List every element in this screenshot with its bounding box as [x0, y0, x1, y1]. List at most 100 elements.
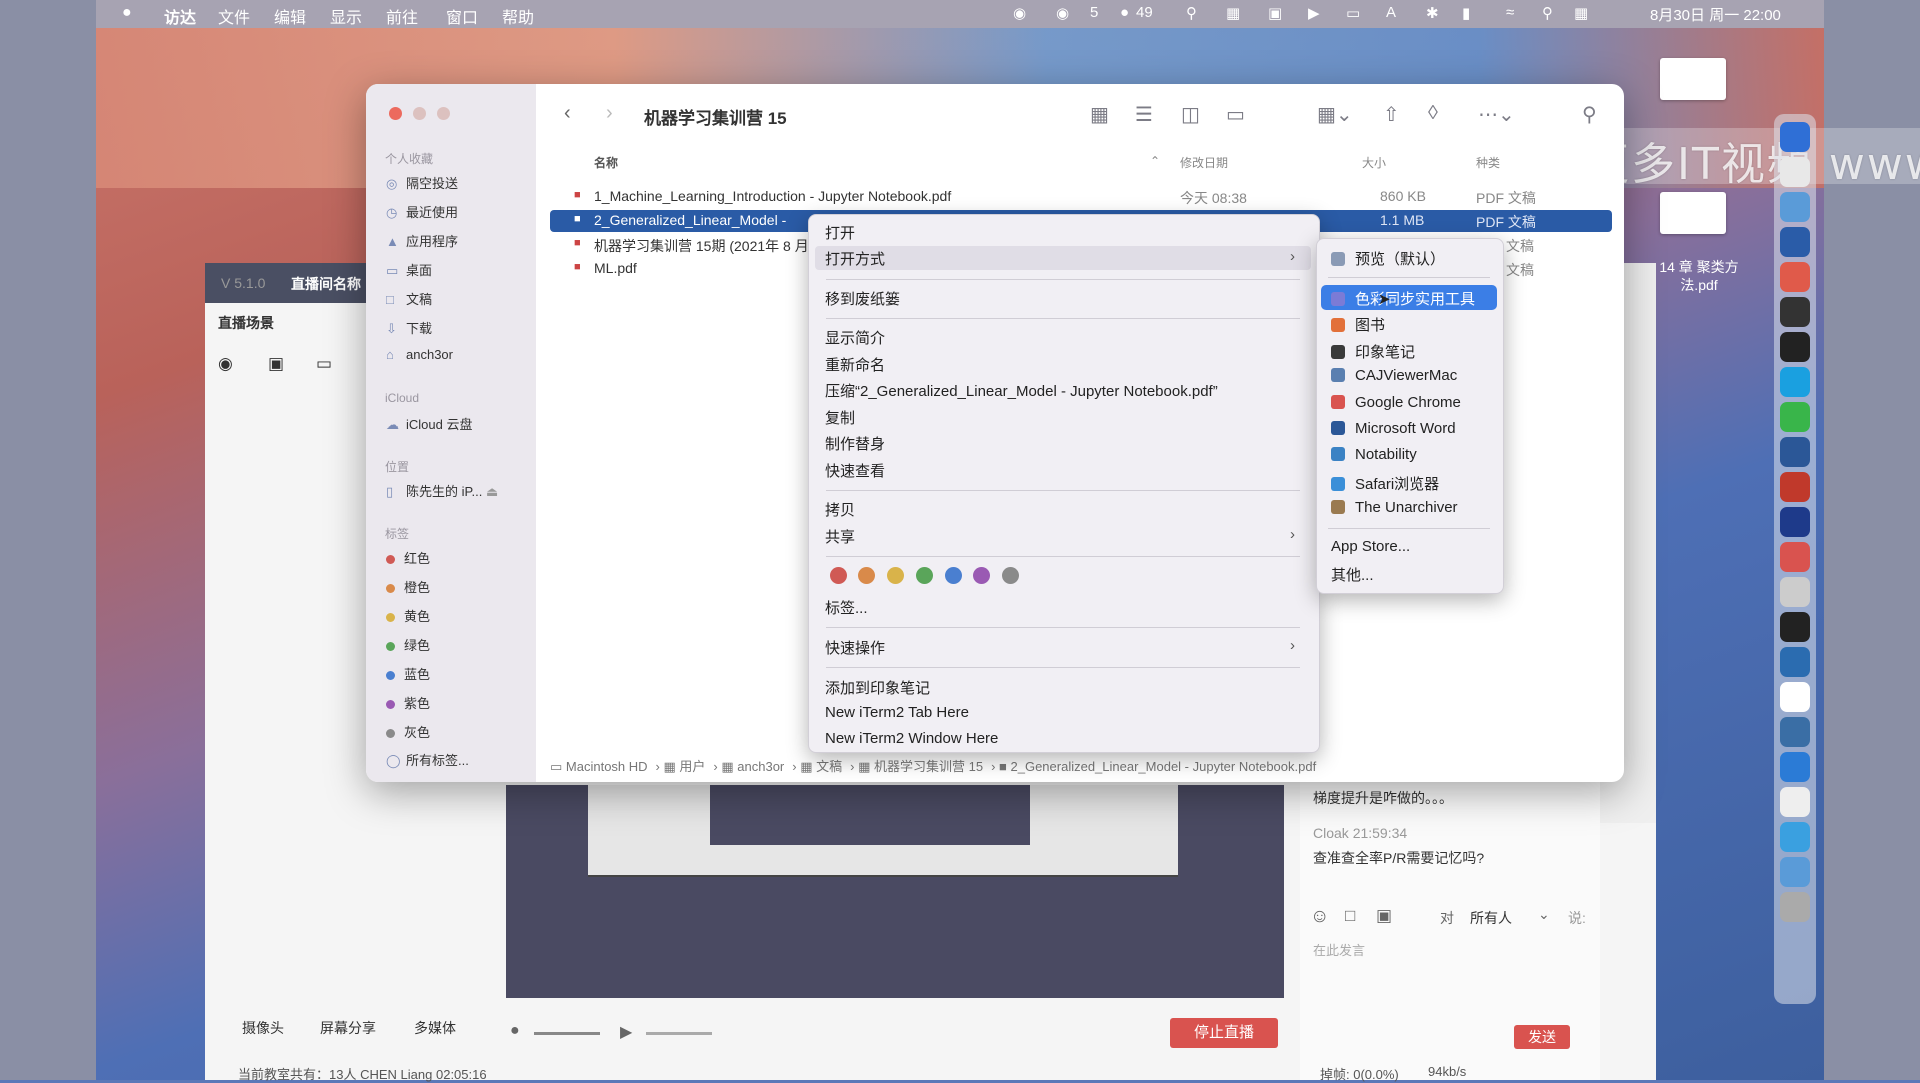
list-view-icon[interactable]: ☰ [1135, 102, 1153, 127]
dock-app-icon[interactable] [1780, 647, 1810, 677]
menu-item-make-alias[interactable]: 制作替身 [825, 433, 885, 454]
dock-app-icon[interactable] [1780, 577, 1810, 607]
desktop-file-thumb[interactable] [1660, 58, 1726, 100]
path-item-file[interactable]: ■ 2_Generalized_Linear_Model - Jupyter N… [999, 759, 1320, 774]
forward-icon[interactable]: › [606, 102, 613, 125]
sidebar-item-downloads[interactable]: ⇩ 下载 [386, 318, 432, 337]
emoji-icon[interactable]: ☺ [1310, 906, 1329, 928]
submenu-item-app[interactable]: Google Chrome [1331, 394, 1461, 411]
dock-app-icon[interactable] [1780, 437, 1810, 467]
app-tray-icon[interactable]: ▣ [1268, 4, 1282, 22]
file-row[interactable]: ■ 1_Machine_Learning_Introduction - Jupy… [550, 186, 1612, 208]
tab-multimedia[interactable]: 多媒体 [414, 1018, 456, 1038]
submenu-item-app[interactable]: 图书 [1331, 314, 1385, 335]
tag-color-gray[interactable] [1002, 567, 1019, 584]
search-icon[interactable]: ⚲ [1582, 102, 1597, 127]
submenu-item-app-store[interactable]: App Store... [1331, 538, 1410, 555]
menu-edit[interactable]: 编辑 [274, 4, 306, 28]
path-item-users[interactable]: ▦ 用户 [664, 759, 710, 774]
submenu-item-app[interactable]: 色彩同步实用工具 [1331, 288, 1475, 309]
chat-bubble-icon[interactable]: □ [1345, 906, 1355, 926]
minimize-button[interactable] [413, 107, 426, 120]
chat-input[interactable]: 在此发言 [1313, 940, 1365, 959]
menu-go[interactable]: 前往 [386, 4, 418, 28]
window-icon[interactable]: ▭ [1346, 4, 1360, 22]
microphone-icon[interactable]: ● [510, 1022, 520, 1040]
menu-item-quick-look[interactable]: 快速查看 [825, 460, 885, 481]
dock-app-icon[interactable] [1780, 297, 1810, 327]
menu-item-tags[interactable]: 标签... [825, 597, 868, 618]
menu-view[interactable]: 显示 [330, 4, 362, 28]
menu-window[interactable]: 窗口 [446, 4, 478, 28]
dingtalk-icon[interactable]: ● [1120, 4, 1129, 21]
menu-item-trash[interactable]: 移到废纸篓 [825, 288, 900, 309]
sidebar-item-tag[interactable]: 蓝色 [386, 664, 430, 683]
icon-view-icon[interactable]: ▦ [1090, 102, 1109, 127]
play-icon[interactable]: ▶ [1308, 4, 1320, 22]
wechat-icon[interactable]: ◉ [1056, 4, 1069, 22]
dock-app-icon[interactable] [1780, 192, 1810, 222]
menu-file[interactable]: 文件 [218, 4, 250, 28]
submenu-item-app[interactable]: Microsoft Word [1331, 420, 1456, 437]
qq-icon[interactable]: ◉ [1013, 4, 1026, 22]
close-button[interactable] [389, 107, 402, 120]
menu-finder[interactable]: 访达 [164, 4, 196, 28]
dock-app-icon[interactable] [1780, 787, 1810, 817]
path-item-disk[interactable]: ▭ Macintosh HD [550, 759, 652, 774]
sidebar-item-desktop[interactable]: ▭ 桌面 [386, 260, 432, 279]
back-icon[interactable]: ‹ [564, 102, 571, 125]
sidebar-item-documents[interactable]: □ 文稿 [386, 289, 432, 308]
dock-app-icon[interactable] [1780, 227, 1810, 257]
gallery-view-icon[interactable]: ▭ [1226, 102, 1245, 127]
submenu-item-preview[interactable]: 预览（默认） [1331, 248, 1445, 269]
tag-color-purple[interactable] [973, 567, 990, 584]
menu-item-iterm-tab[interactable]: New iTerm2 Tab Here [825, 704, 969, 721]
sidebar-item-tag[interactable]: 红色 [386, 548, 430, 567]
sidebar-item-applications[interactable]: ▲ 应用程序 [386, 231, 458, 250]
sidebar-item-tag[interactable]: 绿色 [386, 635, 430, 654]
sidebar-item-all-tags[interactable]: ◯ 所有标签... [386, 750, 469, 769]
stop-live-button[interactable]: 停止直播 [1170, 1018, 1278, 1048]
dock-app-icon[interactable] [1780, 332, 1810, 362]
path-item-folder[interactable]: ▦ 机器学习集训营 15 [858, 759, 987, 774]
desktop-file-thumb[interactable] [1660, 192, 1726, 234]
menu-help[interactable]: 帮助 [502, 4, 534, 28]
dock-app-icon[interactable] [1780, 507, 1810, 537]
image-icon[interactable]: ▣ [1376, 906, 1392, 926]
menu-item-compress[interactable]: 压缩“2_Generalized_Linear_Model - Jupyter … [825, 380, 1218, 401]
column-view-icon[interactable]: ◫ [1181, 102, 1200, 127]
menu-item-share[interactable]: 共享 [825, 526, 855, 547]
dock-app-icon[interactable] [1780, 612, 1810, 642]
spotlight-icon[interactable]: ⚲ [1542, 4, 1553, 22]
dock-app-icon[interactable] [1780, 857, 1810, 887]
sidebar-item-tag[interactable]: 橙色 [386, 577, 430, 596]
sidebar-item-airdrop[interactable]: ◎ 隔空投送 [386, 173, 458, 192]
submenu-item-app[interactable]: Safari浏览器 [1331, 473, 1439, 494]
submenu-item-app[interactable]: 印象笔记 [1331, 341, 1415, 362]
dock-app-icon[interactable] [1780, 402, 1810, 432]
sidebar-item-tag[interactable]: 紫色 [386, 693, 430, 712]
menu-item-quick-actions[interactable]: 快速操作 [825, 637, 885, 658]
menu-item-copy[interactable]: 拷贝 [825, 499, 855, 520]
tag-color-red[interactable] [830, 567, 847, 584]
dock-app-icon[interactable] [1780, 717, 1810, 747]
input-method-icon[interactable]: A [1386, 4, 1396, 21]
wifi-icon[interactable]: ≈ [1506, 4, 1514, 21]
submenu-item-other[interactable]: 其他... [1331, 564, 1374, 585]
tag-color-orange[interactable] [858, 567, 875, 584]
dock-app-icon[interactable] [1780, 262, 1810, 292]
path-item-home[interactable]: ▦ anch3or [721, 759, 788, 774]
tag-color-yellow[interactable] [887, 567, 904, 584]
group-icon[interactable]: ▦⌄ [1317, 102, 1353, 127]
speaker-volume-slider[interactable] [646, 1032, 712, 1035]
dock-app-icon[interactable] [1780, 122, 1810, 152]
eject-icon[interactable]: ⏏ [486, 484, 498, 499]
apple-icon[interactable]: ● [122, 4, 132, 22]
sidebar-item-recents[interactable]: ◷ 最近使用 [386, 202, 458, 221]
dock-app-icon[interactable] [1780, 542, 1810, 572]
submenu-item-app[interactable]: Notability [1331, 446, 1417, 463]
menu-item-open-with[interactable]: 打开方式 [825, 248, 885, 269]
menu-item-rename[interactable]: 重新命名 [825, 354, 885, 375]
sidebar-item-icloud-drive[interactable]: ☁ iCloud 云盘 [386, 414, 472, 433]
dock-app-icon[interactable] [1780, 752, 1810, 782]
